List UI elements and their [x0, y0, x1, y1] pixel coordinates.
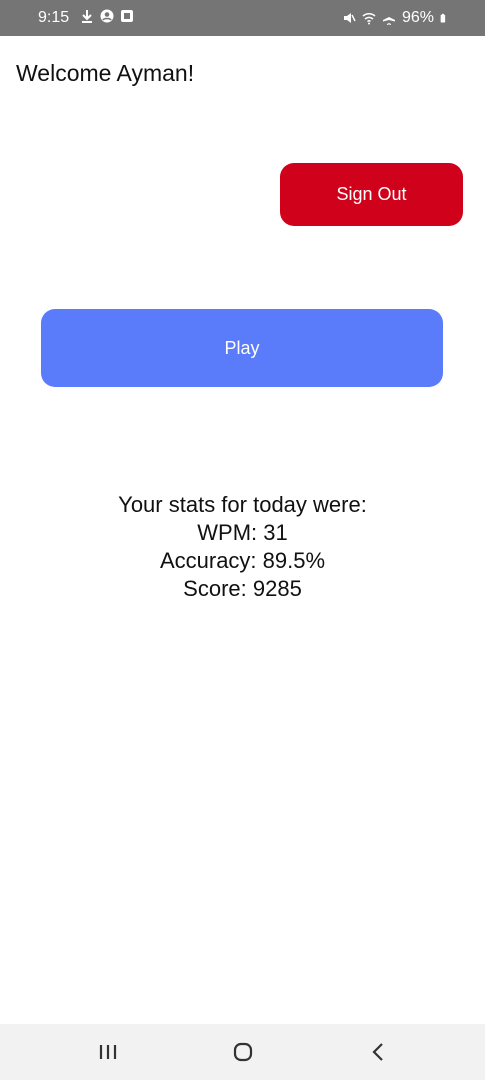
screenshot-icon — [121, 10, 133, 22]
back-icon[interactable] — [364, 1038, 394, 1066]
airplane-icon — [382, 12, 395, 25]
wifi-icon — [362, 13, 376, 25]
sign-out-button[interactable]: Sign Out — [280, 163, 463, 226]
welcome-heading: Welcome Ayman! — [16, 60, 195, 86]
status-bar: 9:15 96% — [0, 0, 485, 36]
play-button[interactable]: Play — [41, 309, 443, 387]
recent-apps-icon[interactable] — [93, 1038, 123, 1066]
navigation-bar — [0, 1024, 485, 1080]
status-right-icons: 96% — [342, 9, 449, 27]
stats-panel: Your stats for today were: WPM: 31 Accur… — [0, 491, 485, 603]
status-time: 9:15 — [38, 9, 70, 26]
download-icon — [82, 10, 92, 23]
battery-percent: 96% — [401, 9, 434, 26]
status-left-icons — [80, 9, 134, 23]
mute-icon — [343, 13, 356, 23]
stats-heading: Your stats for today were: — [118, 492, 367, 517]
stats-wpm: WPM: 31 — [197, 520, 288, 545]
account-icon — [100, 9, 114, 23]
home-icon[interactable] — [228, 1038, 258, 1066]
battery-icon — [440, 13, 446, 23]
stats-score: Score: 9285 — [183, 576, 302, 601]
stats-accuracy: Accuracy: 89.5% — [159, 548, 326, 573]
